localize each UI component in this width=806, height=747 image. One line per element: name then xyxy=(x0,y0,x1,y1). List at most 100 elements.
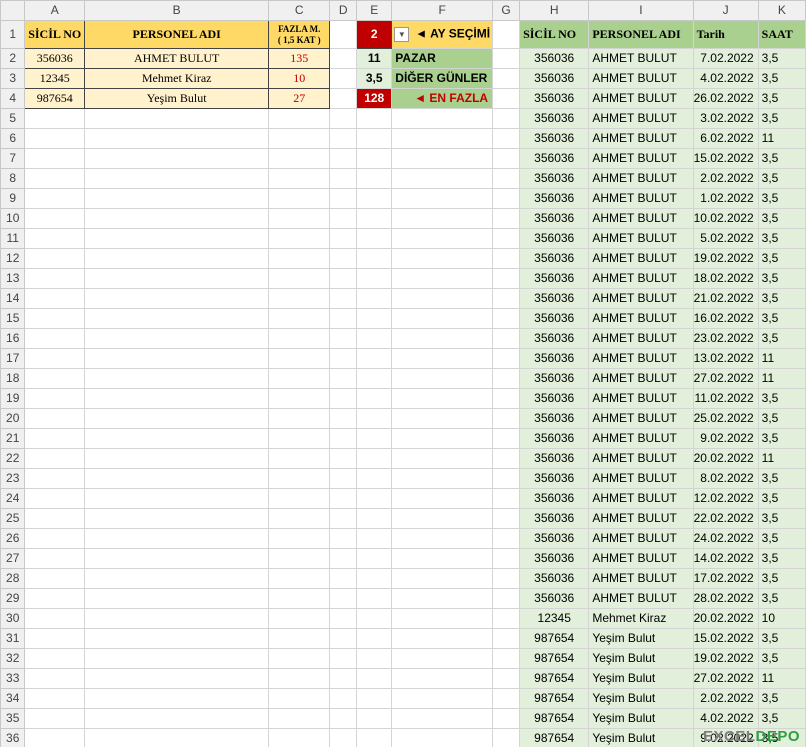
cell[interactable] xyxy=(84,468,270,489)
cell[interactable] xyxy=(391,208,494,229)
cell[interactable] xyxy=(24,308,86,329)
cell[interactable] xyxy=(391,728,494,747)
record-tarih[interactable]: 13.02.2022 xyxy=(692,348,759,369)
record-saat[interactable]: 3,5 xyxy=(757,328,806,349)
cell[interactable] xyxy=(492,268,521,289)
cell[interactable] xyxy=(84,488,270,509)
record-tarih[interactable]: 25.02.2022 xyxy=(692,408,759,429)
cell[interactable] xyxy=(84,688,270,709)
record-tarih[interactable]: 21.02.2022 xyxy=(692,288,759,309)
cell[interactable] xyxy=(84,328,270,349)
records-header-saat[interactable]: SAAT xyxy=(757,20,806,49)
cell[interactable] xyxy=(329,68,358,89)
summary-header-sicil[interactable]: SİCİL NO xyxy=(24,20,86,49)
cell[interactable] xyxy=(329,448,358,469)
cell[interactable] xyxy=(329,648,358,669)
cell[interactable] xyxy=(492,628,521,649)
cell[interactable] xyxy=(329,288,358,309)
cell[interactable] xyxy=(329,688,358,709)
cell[interactable] xyxy=(492,128,521,149)
cell[interactable] xyxy=(24,508,86,529)
summary-fazla[interactable]: 27 xyxy=(268,88,331,109)
record-tarih[interactable]: 20.02.2022 xyxy=(692,448,759,469)
cell[interactable] xyxy=(24,608,86,629)
cell[interactable] xyxy=(391,228,494,249)
cell[interactable] xyxy=(84,628,270,649)
record-name[interactable]: AHMET BULUT xyxy=(588,88,694,109)
cell[interactable] xyxy=(24,148,86,169)
summary-fazla[interactable]: 10 xyxy=(268,68,331,89)
record-sicil[interactable]: 356036 xyxy=(519,148,590,169)
cell[interactable] xyxy=(391,128,494,149)
cell[interactable] xyxy=(492,468,521,489)
cell[interactable] xyxy=(268,328,331,349)
summary-name[interactable]: Mehmet Kiraz xyxy=(84,68,270,89)
cell[interactable] xyxy=(268,668,331,689)
cell[interactable] xyxy=(492,48,521,69)
cell[interactable] xyxy=(391,348,494,369)
cell[interactable] xyxy=(24,628,86,649)
record-saat[interactable]: 11 xyxy=(757,348,806,369)
cell[interactable] xyxy=(391,628,494,649)
column-header-h[interactable]: H xyxy=(519,0,590,21)
summary-name[interactable]: AHMET BULUT xyxy=(84,48,270,69)
record-name[interactable]: AHMET BULUT xyxy=(588,228,694,249)
cell[interactable] xyxy=(24,728,86,747)
cell[interactable] xyxy=(84,168,270,189)
cell[interactable] xyxy=(24,328,86,349)
cell[interactable] xyxy=(329,608,358,629)
cell[interactable] xyxy=(391,588,494,609)
cell[interactable] xyxy=(356,548,393,569)
cell[interactable] xyxy=(492,608,521,629)
record-sicil[interactable]: 987654 xyxy=(519,728,590,747)
cell[interactable] xyxy=(329,368,358,389)
cell[interactable] xyxy=(84,208,270,229)
record-name[interactable]: Yeşim Bulut xyxy=(588,668,694,689)
cell[interactable] xyxy=(391,508,494,529)
cell[interactable] xyxy=(268,608,331,629)
column-header-j[interactable]: J xyxy=(692,0,759,21)
row-header[interactable]: 31 xyxy=(0,628,26,649)
record-tarih[interactable]: 7.02.2022 xyxy=(692,48,759,69)
cell[interactable] xyxy=(391,248,494,269)
record-tarih[interactable]: 14.02.2022 xyxy=(692,548,759,569)
cell[interactable] xyxy=(391,648,494,669)
record-saat[interactable]: 3,5 xyxy=(757,528,806,549)
cell[interactable] xyxy=(84,648,270,669)
cell[interactable] xyxy=(492,148,521,169)
cell[interactable] xyxy=(356,148,393,169)
record-name[interactable]: AHMET BULUT xyxy=(588,268,694,289)
cell[interactable] xyxy=(492,188,521,209)
cell[interactable] xyxy=(356,488,393,509)
cell[interactable] xyxy=(329,308,358,329)
row-header[interactable]: 27 xyxy=(0,548,26,569)
cell[interactable] xyxy=(492,248,521,269)
column-header-k[interactable]: K xyxy=(757,0,806,21)
cell[interactable] xyxy=(84,708,270,729)
record-saat[interactable]: 3,5 xyxy=(757,468,806,489)
cell[interactable] xyxy=(391,528,494,549)
cell[interactable] xyxy=(391,288,494,309)
record-saat[interactable]: 3,5 xyxy=(757,88,806,109)
cell[interactable] xyxy=(84,388,270,409)
cell[interactable] xyxy=(391,608,494,629)
cell[interactable] xyxy=(24,208,86,229)
row-header[interactable]: 26 xyxy=(0,528,26,549)
record-name[interactable]: AHMET BULUT xyxy=(588,428,694,449)
record-name[interactable]: AHMET BULUT xyxy=(588,128,694,149)
records-header-tarih[interactable]: Tarih xyxy=(692,20,759,49)
record-sicil[interactable]: 356036 xyxy=(519,448,590,469)
cell[interactable] xyxy=(24,408,86,429)
row-header[interactable]: 36 xyxy=(0,728,26,747)
cell[interactable] xyxy=(492,548,521,569)
record-tarih[interactable]: 11.02.2022 xyxy=(692,388,759,409)
row-header[interactable]: 7 xyxy=(0,148,26,169)
cell[interactable] xyxy=(24,168,86,189)
record-name[interactable]: AHMET BULUT xyxy=(588,348,694,369)
record-sicil[interactable]: 356036 xyxy=(519,168,590,189)
record-tarih[interactable]: 10.02.2022 xyxy=(692,208,759,229)
cell[interactable] xyxy=(24,348,86,369)
row-header[interactable]: 4 xyxy=(0,88,26,109)
cell[interactable] xyxy=(24,428,86,449)
cell[interactable] xyxy=(84,188,270,209)
